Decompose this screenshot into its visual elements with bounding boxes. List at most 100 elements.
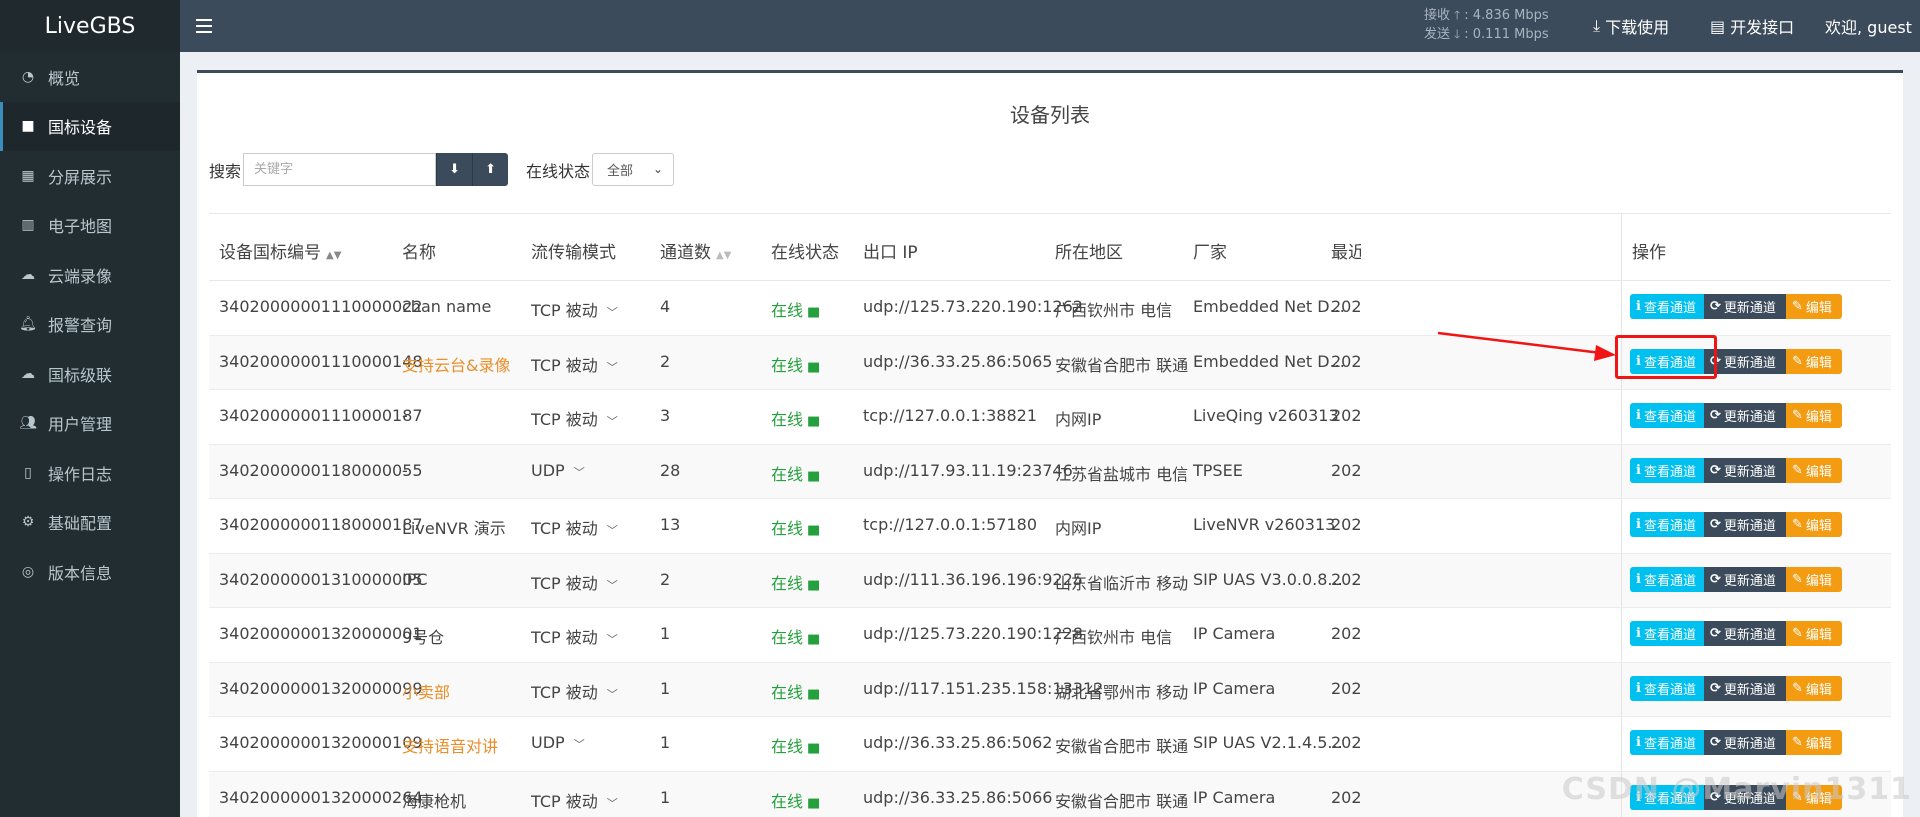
refresh-channels-button[interactable]: ⟳ 更新通道 <box>1704 675 1786 701</box>
info-icon: ℹ <box>1636 517 1641 532</box>
region-cell-text: 江苏省盐城市 电信 <box>1055 464 1189 484</box>
edit-button-label: 编辑 <box>1805 464 1832 480</box>
device-name-cell-text: 小卖部 <box>402 682 451 702</box>
transport-mode-select[interactable]: UDP ﹀ <box>531 733 585 752</box>
sidebar-item-3[interactable]: ▥ 电子地图 <box>0 201 180 251</box>
transport-mode-select[interactable]: UDP ﹀ <box>531 461 585 480</box>
transport-mode-select[interactable]: TCP 被动 ﹀ <box>531 297 618 321</box>
import-button[interactable]: ⬆ <box>472 153 509 186</box>
row-actions: ℹ 查看通道 ⟳ 更新通道 ✎ 编辑 <box>1630 403 1842 428</box>
refresh-channels-button[interactable]: ⟳ 更新通道 <box>1704 348 1786 374</box>
heartbeat-cell-text: 2026- <box>1331 351 1361 371</box>
bar-chart-icon: ▮▮▮ <box>807 468 820 484</box>
col-channels[interactable]: 通道数 ▲▼ <box>660 238 731 263</box>
brand-logo[interactable]: LiveGBS <box>0 0 180 52</box>
view-channels-button[interactable]: ℹ 查看通道 <box>1630 403 1704 428</box>
view-channels-button[interactable]: ℹ 查看通道 <box>1630 294 1704 319</box>
info-icon: ℹ <box>1636 571 1641 587</box>
sidebar-item-4[interactable]: ☁ 云端录像 <box>0 250 180 300</box>
refresh-icon: ⟳ <box>1710 353 1721 369</box>
edit-button[interactable]: ✎ 编辑 <box>1786 784 1842 810</box>
edit-button[interactable]: ✎ 编辑 <box>1786 675 1842 701</box>
region-cell: 内网IP <box>1055 515 1101 539</box>
view-channels-button[interactable]: ℹ 查看通道 <box>1630 512 1704 537</box>
sidebar-item-6[interactable]: ☁ 国标级联 <box>0 349 180 399</box>
row-actions: ℹ 查看通道 ⟳ 更新通道 ✎ 编辑 <box>1630 730 1842 755</box>
device-id-cell-text: 34020000001110000148 <box>219 351 423 371</box>
refresh-channels-button-label: 更新通道 <box>1723 791 1776 807</box>
heartbeat-cell-text: 2026- <box>1331 733 1361 752</box>
search-input[interactable] <box>243 153 437 186</box>
transport-mode-select-text: UDP <box>531 733 565 752</box>
edit-button-label: 编辑 <box>1805 301 1832 316</box>
online-status-cell: 在线 ▮▮▮ <box>771 406 819 430</box>
refresh-channels-button[interactable]: ⟳ 更新通道 <box>1704 730 1786 755</box>
edit-button[interactable]: ✎ 编辑 <box>1786 403 1842 428</box>
channel-count-cell: 1 <box>660 679 670 698</box>
refresh-channels-button[interactable]: ⟳ 更新通道 <box>1704 566 1786 592</box>
refresh-channels-button[interactable]: ⟳ 更新通道 <box>1704 784 1786 810</box>
sidebar-item-9[interactable]: ⚙ 基础配置 <box>0 498 180 548</box>
transport-mode-select[interactable]: TCP 被动 ﹀ <box>531 788 618 812</box>
edit-button[interactable]: ✎ 编辑 <box>1786 457 1842 483</box>
heartbeat-cell: 2026- <box>1331 679 1361 698</box>
sidebar-item-5[interactable]: 🔔︎ 报警查询 <box>0 300 180 350</box>
view-channels-button-label: 查看通道 <box>1643 519 1696 534</box>
edit-button[interactable]: ✎ 编辑 <box>1786 512 1842 537</box>
edit-button[interactable]: ✎ 编辑 <box>1786 348 1842 374</box>
view-channels-button[interactable]: ℹ 查看通道 <box>1630 784 1704 810</box>
view-channels-button[interactable]: ℹ 查看通道 <box>1630 730 1704 755</box>
heartbeat-cell-text: 2026- <box>1331 569 1361 589</box>
edit-button[interactable]: ✎ 编辑 <box>1786 730 1842 755</box>
sidebar-item-1[interactable]: ■ 国标设备 <box>0 101 180 151</box>
view-channels-button[interactable]: ℹ 查看通道 <box>1630 348 1704 374</box>
status-filter-select[interactable]: 全部 ⌄ <box>592 153 675 186</box>
sidebar-item-8[interactable]: ▯ 操作日志 <box>0 448 180 498</box>
edit-button[interactable]: ✎ 编辑 <box>1786 566 1842 592</box>
transport-mode-select[interactable]: TCP 被动 ﹀ <box>531 679 618 703</box>
col-device-id[interactable]: 设备国标编号 ▲▼ <box>219 238 341 263</box>
region-cell-text: 安徽省合肥市 联通 <box>1055 355 1189 375</box>
transport-mode-select[interactable]: TCP 被动 ﹀ <box>531 352 618 376</box>
transport-mode-select[interactable]: TCP 被动 ﹀ <box>531 406 618 430</box>
chevron-down-icon: ﹀ <box>606 524 618 537</box>
refresh-channels-button[interactable]: ⟳ 更新通道 <box>1704 621 1786 646</box>
exit-ip-cell: tcp://127.0.0.1:38821 <box>863 406 1037 425</box>
view-channels-button[interactable]: ℹ 查看通道 <box>1630 457 1704 483</box>
vendor-cell: SIP UAS V3.0.0.8... <box>1193 570 1343 589</box>
exit-ip-cell: udp://36.33.25.86:5062 <box>863 733 1052 752</box>
view-channels-button[interactable]: ℹ 查看通道 <box>1630 566 1704 592</box>
sidebar-item-2[interactable]: ▦ 分屏展示 <box>0 151 180 201</box>
exit-ip-cell-text: udp://125.73.220.190:1228 <box>863 624 1083 643</box>
dev-api-link[interactable]: ▤ 开发接口 <box>1710 14 1794 38</box>
view-channels-button[interactable]: ℹ 查看通道 <box>1630 621 1704 646</box>
refresh-channels-button[interactable]: ⟳ 更新通道 <box>1704 403 1786 428</box>
device-name-cell-text: 支持云台&录像 <box>402 355 511 375</box>
refresh-channels-button[interactable]: ⟳ 更新通道 <box>1704 294 1786 319</box>
menu-toggle-icon[interactable] <box>196 19 212 33</box>
edit-button[interactable]: ✎ 编辑 <box>1786 294 1842 319</box>
sort-icon: ▲▼ <box>326 250 342 261</box>
download-link[interactable]: ⤓ 下载使用 <box>1593 14 1669 38</box>
transport-mode-select[interactable]: TCP 被动 ﹀ <box>531 570 618 594</box>
transport-mode-select[interactable]: TCP 被动 ﹀ <box>531 624 618 648</box>
exit-ip-cell: udp://125.73.220.190:1228 <box>863 624 1083 643</box>
transport-mode-select[interactable]: TCP 被动 ﹀ <box>531 515 618 539</box>
user-menu[interactable]: 欢迎, guest <box>1825 14 1912 38</box>
refresh-channels-button[interactable]: ⟳ 更新通道 <box>1704 457 1786 483</box>
sidebar-item-7[interactable]: 👥︎ 用户管理 <box>0 399 180 449</box>
edit-button[interactable]: ✎ 编辑 <box>1786 621 1842 646</box>
sidebar-item-10[interactable]: ◎ 版本信息 <box>0 547 180 597</box>
refresh-channels-button[interactable]: ⟳ 更新通道 <box>1704 512 1786 537</box>
sidebar-item-0[interactable]: ◔ 概览 <box>0 52 180 102</box>
heartbeat-cell-text: 2026- <box>1331 297 1361 316</box>
sidebar-item-label: 基础配置 <box>48 514 113 534</box>
bar-chart-icon: ▮▮▮ <box>807 741 820 756</box>
channel-count-cell-text: 1 <box>660 787 671 807</box>
info-icon: ℹ <box>1636 299 1641 314</box>
device-id-cell-text: 34020000001320000001 <box>219 624 423 643</box>
view-channels-button[interactable]: ℹ 查看通道 <box>1630 675 1704 701</box>
export-button[interactable]: ⬇ <box>436 153 473 186</box>
chevron-down-icon: ﹀ <box>573 465 585 479</box>
row-actions: ℹ 查看通道 ⟳ 更新通道 ✎ 编辑 <box>1630 294 1842 319</box>
